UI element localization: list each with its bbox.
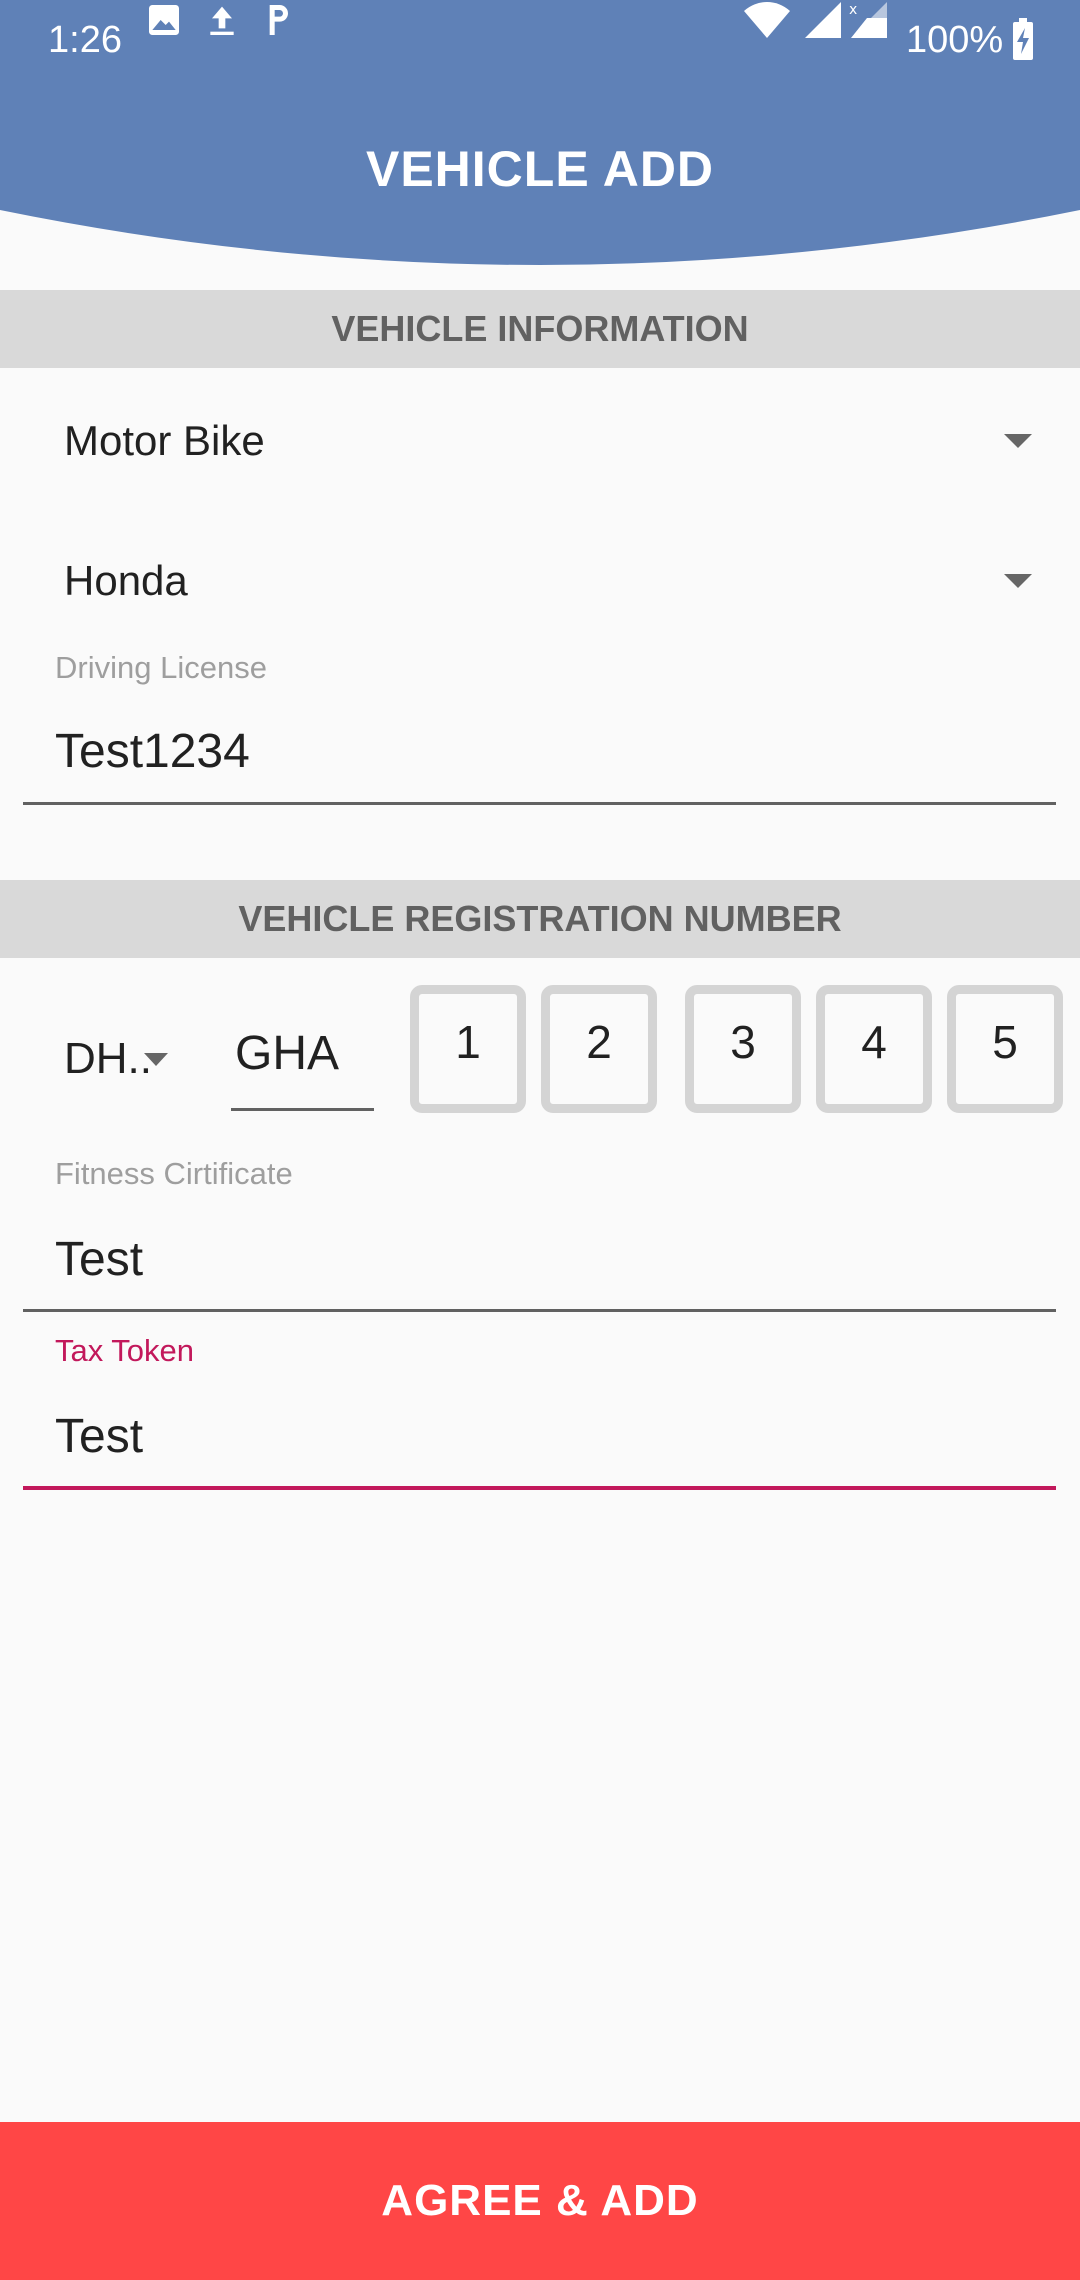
registration-digit: 3 — [730, 1016, 756, 1068]
fitness-certificate-field[interactable]: Fitness Cirtificate Test — [23, 1152, 1056, 1312]
registration-digit-box[interactable]: 2 — [541, 985, 657, 1113]
upload-icon — [210, 6, 234, 35]
tax-token-label: Tax Token — [55, 1333, 195, 1368]
driving-license-underline — [23, 802, 1056, 805]
signal-x-icon: x — [849, 2, 887, 38]
registration-digit: 1 — [455, 1016, 481, 1068]
registration-area-dropdown[interactable]: DH.. — [0, 1014, 200, 1104]
registration-digit: 5 — [992, 1016, 1018, 1068]
driving-license-label: Driving License — [55, 650, 267, 685]
driving-license-field[interactable]: Driving License Test1234 — [23, 646, 1056, 806]
vehicle-type-dropdown[interactable]: Motor Bike — [0, 396, 1080, 486]
registration-digit-box[interactable]: 4 — [816, 985, 932, 1113]
tax-token-input[interactable]: Test — [55, 1409, 1015, 1464]
registration-area-value: DH.. — [64, 1034, 152, 1083]
fitness-certificate-underline — [23, 1309, 1056, 1312]
chevron-down-icon — [1004, 434, 1032, 448]
signal-icon — [805, 2, 841, 38]
fitness-certificate-input[interactable]: Test — [55, 1232, 1015, 1287]
vehicle-type-value: Motor Bike — [64, 417, 265, 464]
registration-digit: 4 — [861, 1016, 887, 1068]
status-bar: 1:26 x 100% — [0, 0, 1080, 80]
image-icon — [149, 5, 179, 35]
wifi-icon — [744, 2, 790, 38]
chevron-down-icon — [144, 1053, 168, 1066]
fitness-certificate-label: Fitness Cirtificate — [55, 1156, 293, 1191]
svg-text:x: x — [849, 2, 857, 18]
registration-series-underline — [231, 1108, 374, 1111]
status-time: 1:26 — [48, 19, 122, 61]
parking-icon — [269, 5, 288, 35]
tax-token-field[interactable]: Tax Token Test — [23, 1329, 1056, 1493]
vehicle-information-header: VEHICLE INFORMATION — [0, 290, 1080, 368]
app-header: 1:26 x 100% VEHICLE ADD — [0, 0, 1080, 265]
battery-percentage: 100% — [906, 19, 1004, 61]
registration-digit: 2 — [586, 1016, 612, 1068]
agree-and-add-button[interactable]: AGREE & ADD — [0, 2122, 1080, 2280]
registration-digit-box[interactable]: 1 — [410, 985, 526, 1113]
chevron-down-icon — [1004, 574, 1032, 588]
registration-digit-box[interactable]: 3 — [685, 985, 801, 1113]
tax-token-underline — [23, 1486, 1056, 1490]
vehicle-registration-header: VEHICLE REGISTRATION NUMBER — [0, 880, 1080, 958]
page-title: VEHICLE ADD — [365, 141, 715, 197]
registration-series-input[interactable]: GHA — [235, 1026, 339, 1081]
driving-license-input[interactable]: Test1234 — [55, 724, 1015, 779]
registration-digit-box[interactable]: 5 — [947, 985, 1063, 1113]
registration-series-field[interactable]: GHA — [231, 1014, 374, 1111]
vehicle-brand-value: Honda — [64, 557, 188, 604]
battery-charging-icon — [1013, 18, 1033, 60]
vehicle-brand-dropdown[interactable]: Honda — [0, 536, 1080, 626]
